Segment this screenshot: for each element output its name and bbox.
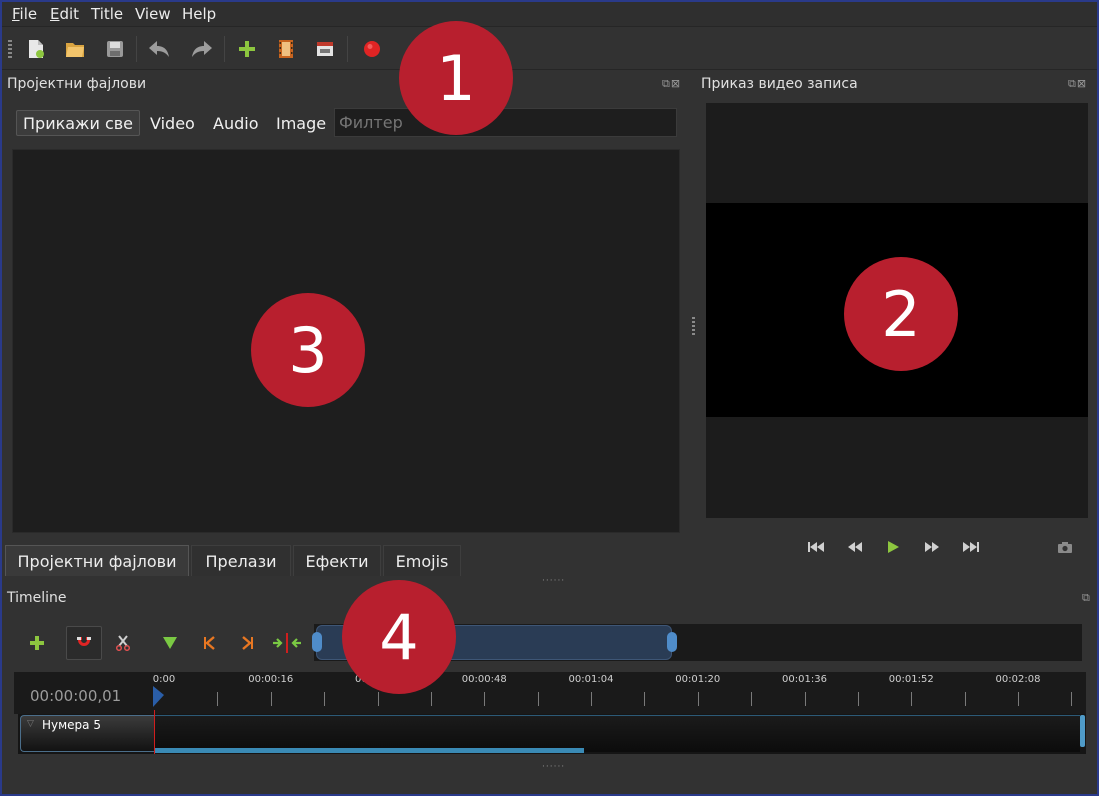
ruler-tick — [537, 692, 539, 706]
preview-dock-float-close-icon[interactable]: ⧉⊠ — [1068, 77, 1087, 91]
ruler-tick — [324, 692, 326, 706]
ruler-tick-label: 0:00 — [152, 674, 176, 685]
play-icon[interactable] — [882, 537, 904, 557]
center-playhead-icon[interactable] — [272, 628, 302, 658]
track-collapse-icon[interactable]: ▽ — [27, 719, 34, 729]
track-name: Нумера 5 — [42, 718, 101, 732]
ruler-tick-label: 00:01:52 — [888, 674, 934, 685]
tab-project-files[interactable]: Пројектни фајлови — [5, 545, 189, 576]
tab-emojis[interactable]: Emojis — [383, 545, 461, 576]
toolbar-separator — [136, 36, 137, 62]
bottom-splitter-handle[interactable]: ······ — [542, 762, 565, 772]
menu-title[interactable]: Title — [91, 5, 123, 23]
ruler-tick — [751, 692, 753, 706]
toolbar-separator — [224, 36, 225, 62]
open-project-icon[interactable] — [63, 37, 87, 61]
toolbar-grip[interactable] — [8, 40, 12, 58]
tab-transitions[interactable]: Прелази — [191, 545, 291, 576]
vertical-splitter-handle[interactable] — [692, 317, 695, 335]
app-window: File Edit Title View Help Пројектни фајл… — [0, 0, 1099, 796]
jump-end-icon[interactable] — [960, 537, 982, 557]
preview-title: Приказ видео записа — [701, 76, 858, 92]
choose-profile-icon[interactable] — [274, 37, 298, 61]
ruler-tick — [644, 692, 646, 706]
ruler-tick — [857, 692, 859, 706]
zoom-handle-left[interactable] — [312, 632, 322, 652]
menu-view[interactable]: View — [135, 5, 171, 23]
ruler-tick — [270, 692, 272, 706]
annotation-badge-1: 1 — [399, 21, 513, 135]
ruler-tick — [911, 692, 913, 706]
zoom-handle-right[interactable] — [667, 632, 677, 652]
snapshot-icon[interactable] — [1054, 537, 1076, 557]
ruler-tick-label: 00:00:48 — [461, 674, 507, 685]
menu-help[interactable]: Help — [182, 5, 216, 23]
track-body[interactable] — [154, 715, 1080, 752]
ruler-tick-label: 00:01:36 — [782, 674, 827, 685]
track-end-handle[interactable] — [1080, 715, 1085, 747]
add-track-icon[interactable] — [22, 628, 52, 658]
ruler-tick-label: 00:01:20 — [675, 674, 721, 685]
ruler-tick-label: 00:02:08 — [995, 674, 1041, 685]
ruler-tick — [217, 692, 219, 706]
redo-icon[interactable] — [190, 37, 214, 61]
annotation-badge-4: 4 — [342, 580, 456, 694]
playhead-marker-icon[interactable] — [152, 685, 166, 713]
ruler-tick — [804, 692, 806, 706]
ruler-tick — [591, 692, 592, 706]
timeline-dock-float-icon[interactable]: ⧉ — [1082, 591, 1091, 605]
dock-float-close-icon[interactable]: ⧉⊠ — [662, 77, 681, 91]
ruler-tick — [1071, 692, 1073, 706]
snapping-toggle-icon[interactable] — [66, 626, 102, 660]
menu-file[interactable]: File — [12, 5, 37, 23]
ruler-tick — [697, 692, 699, 706]
timeline-title: Timeline — [7, 590, 67, 606]
annotation-badge-3: 3 — [251, 293, 365, 407]
save-project-icon[interactable] — [103, 37, 127, 61]
fullscreen-icon[interactable] — [313, 37, 337, 61]
current-timecode: 00:00:00,01 — [30, 687, 122, 705]
toolbar-separator — [347, 36, 348, 62]
previous-marker-icon[interactable] — [194, 628, 224, 658]
main-toolbar — [2, 28, 1097, 70]
undo-icon[interactable] — [147, 37, 171, 61]
ruler-tick-label: 00:01:04 — [568, 674, 614, 685]
filter-image-button[interactable]: Image — [270, 110, 332, 136]
menu-edit[interactable]: Edit — [50, 5, 79, 23]
project-files-title: Пројектни фајлови — [7, 76, 147, 92]
menu-bar: File Edit Title View Help — [2, 2, 1097, 27]
playhead-line — [154, 710, 155, 754]
ruler-tick — [377, 692, 379, 706]
ruler-tick — [1018, 692, 1019, 706]
razor-tool-icon[interactable] — [108, 628, 138, 658]
timeline-scrollbar[interactable] — [154, 748, 584, 753]
fast-forward-icon[interactable] — [921, 537, 943, 557]
export-video-icon[interactable] — [360, 37, 384, 61]
next-marker-icon[interactable] — [233, 628, 263, 658]
filter-audio-button[interactable]: Audio — [207, 110, 264, 136]
annotation-badge-2: 2 — [844, 257, 958, 371]
tab-effects[interactable]: Ефекти — [293, 545, 381, 576]
ruler-tick — [964, 692, 966, 706]
add-marker-icon[interactable] — [155, 628, 185, 658]
jump-start-icon[interactable] — [805, 537, 827, 557]
horizontal-splitter-handle[interactable]: ······ — [542, 576, 565, 586]
rewind-icon[interactable] — [844, 537, 866, 557]
ruler-tick — [430, 692, 432, 706]
filter-show-all-button[interactable]: Прикажи све — [16, 110, 141, 136]
filter-input[interactable] — [334, 108, 677, 137]
filter-bar: Прикажи све Video Audio Image — [14, 108, 678, 138]
filter-video-button[interactable]: Video — [144, 110, 201, 136]
ruler-tick-label: 00:00:16 — [248, 674, 294, 685]
new-project-icon[interactable] — [24, 37, 48, 61]
import-files-icon[interactable] — [235, 37, 259, 61]
ruler-tick — [484, 692, 486, 706]
